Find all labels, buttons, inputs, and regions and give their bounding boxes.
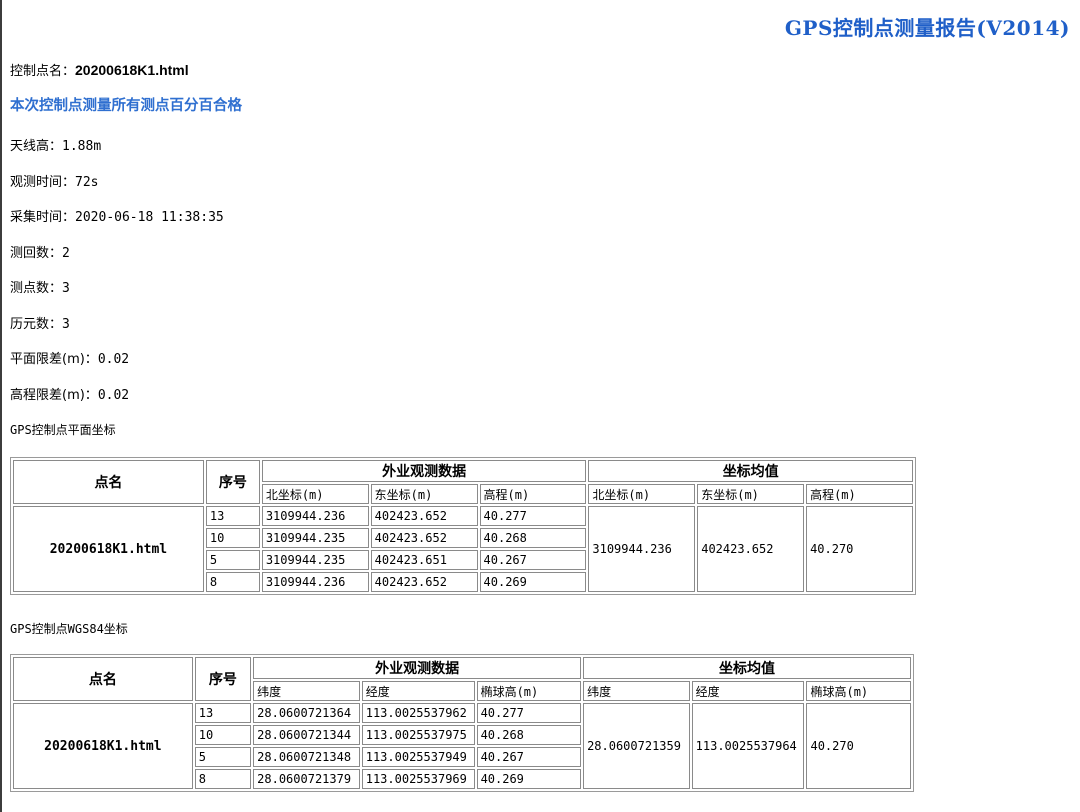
elevation-cell: 40.277 bbox=[479, 506, 587, 526]
info-label: 天线高： bbox=[10, 139, 63, 154]
header-latitude: 纬度 bbox=[253, 681, 360, 701]
ellipsoid-height-cell: 40.268 bbox=[476, 725, 582, 745]
table-header-row: 点名 序号 外业观测数据 坐标均值 bbox=[13, 657, 911, 701]
north-cell: 3109944.235 bbox=[261, 528, 369, 548]
info-label: 观测时间： bbox=[10, 175, 76, 190]
table-row: 20200618K1.html 13 3109944.236 402423.65… bbox=[13, 506, 913, 592]
elevation-cell: 40.267 bbox=[479, 550, 587, 570]
info-collection-time: 采集时间：2020-06-18 11:38:35 bbox=[10, 206, 224, 225]
header-mean-longitude: 经度 bbox=[691, 681, 805, 701]
table-row: 20200618K1.html 13 28.0600721364 113.002… bbox=[13, 703, 911, 789]
plane-coordinates-table: 点名 序号 外业观测数据 坐标均值 北坐标(m) 东坐标(m) 高程(m) 北坐… bbox=[10, 457, 916, 595]
header-mean: 坐标均值 bbox=[583, 657, 911, 679]
info-label: 历元数： bbox=[10, 317, 63, 332]
info-value: 0.02 bbox=[97, 388, 130, 403]
seq-cell: 13 bbox=[205, 506, 260, 526]
info-value: 72s bbox=[75, 175, 99, 190]
longitude-cell: 113.0025537962 bbox=[361, 703, 475, 723]
info-height-tolerance: 高程限差(m)：0.02 bbox=[10, 384, 129, 403]
latitude-cell: 28.0600721379 bbox=[253, 769, 360, 789]
seq-cell: 8 bbox=[194, 769, 252, 789]
mean-east-cell: 402423.652 bbox=[697, 506, 805, 592]
point-name-cell: 20200618K1.html bbox=[13, 506, 204, 592]
info-value: 1.88m bbox=[62, 139, 102, 154]
mean-ellipsoid-height-cell: 40.270 bbox=[806, 703, 911, 789]
point-name-cell: 20200618K1.html bbox=[13, 703, 193, 789]
report-page: GPS控制点测量报告(V2014) 控制点名：20200618K1.html 本… bbox=[0, 0, 1080, 812]
left-border bbox=[0, 0, 2, 812]
header-mean-ellipsoid-height: 椭球高(m) bbox=[806, 681, 911, 701]
info-plane-tolerance: 平面限差(m)：0.02 bbox=[10, 348, 129, 367]
point-name-line: 控制点名：20200618K1.html bbox=[10, 60, 189, 79]
wgs-section-title: GPS控制点WGS84坐标 bbox=[10, 622, 128, 636]
info-label: 测回数： bbox=[10, 246, 63, 261]
seq-cell: 13 bbox=[194, 703, 252, 723]
info-label: 高程限差(m)： bbox=[10, 388, 98, 403]
header-field-data: 外业观测数据 bbox=[261, 460, 587, 482]
header-point-name: 点名 bbox=[13, 657, 193, 701]
header-mean-north: 北坐标(m) bbox=[588, 484, 696, 504]
latitude-cell: 28.0600721344 bbox=[253, 725, 360, 745]
point-name-value: 20200618K1.html bbox=[75, 62, 189, 78]
info-value: 2 bbox=[62, 246, 70, 261]
header-field-data: 外业观测数据 bbox=[253, 657, 582, 679]
latitude-cell: 28.0600721364 bbox=[253, 703, 360, 723]
info-label: 采集时间： bbox=[10, 210, 76, 225]
mean-latitude-cell: 28.0600721359 bbox=[583, 703, 690, 789]
plane-section-title: GPS控制点平面坐标 bbox=[10, 423, 116, 437]
point-name-label: 控制点名： bbox=[10, 64, 76, 79]
info-point-count: 测点数：3 bbox=[10, 277, 70, 296]
info-rounds: 测回数：2 bbox=[10, 242, 70, 261]
latitude-cell: 28.0600721348 bbox=[253, 747, 360, 767]
elevation-cell: 40.269 bbox=[479, 572, 587, 592]
info-epochs: 历元数：3 bbox=[10, 313, 70, 332]
longitude-cell: 113.0025537949 bbox=[361, 747, 475, 767]
header-mean-elevation: 高程(m) bbox=[806, 484, 913, 504]
east-cell: 402423.652 bbox=[370, 528, 478, 548]
header-longitude: 经度 bbox=[361, 681, 475, 701]
pass-status: 本次控制点测量所有测点百分百合格 bbox=[10, 98, 242, 114]
east-cell: 402423.651 bbox=[370, 550, 478, 570]
mean-longitude-cell: 113.0025537964 bbox=[691, 703, 805, 789]
ellipsoid-height-cell: 40.277 bbox=[476, 703, 582, 723]
seq-cell: 10 bbox=[205, 528, 260, 548]
north-cell: 3109944.236 bbox=[261, 506, 369, 526]
seq-cell: 5 bbox=[205, 550, 260, 570]
north-cell: 3109944.235 bbox=[261, 550, 369, 570]
info-antenna-height: 天线高：1.88m bbox=[10, 135, 101, 154]
header-elevation: 高程(m) bbox=[479, 484, 587, 504]
info-value: 3 bbox=[62, 317, 70, 332]
header-east: 东坐标(m) bbox=[370, 484, 478, 504]
longitude-cell: 113.0025537969 bbox=[361, 769, 475, 789]
east-cell: 402423.652 bbox=[370, 572, 478, 592]
info-value: 2020-06-18 11:38:35 bbox=[75, 210, 224, 225]
east-cell: 402423.652 bbox=[370, 506, 478, 526]
info-value: 3 bbox=[62, 281, 70, 296]
seq-cell: 5 bbox=[194, 747, 252, 767]
info-label: 平面限差(m)： bbox=[10, 352, 98, 367]
info-label: 测点数： bbox=[10, 281, 63, 296]
header-seq: 序号 bbox=[194, 657, 252, 701]
elevation-cell: 40.268 bbox=[479, 528, 587, 548]
header-mean-east: 东坐标(m) bbox=[697, 484, 805, 504]
header-mean-latitude: 纬度 bbox=[583, 681, 690, 701]
info-observation-time: 观测时间：72s bbox=[10, 171, 99, 190]
info-value: 0.02 bbox=[97, 352, 130, 367]
wgs84-coordinates-table: 点名 序号 外业观测数据 坐标均值 纬度 经度 椭球高(m) 纬度 经度 椭球高… bbox=[10, 654, 914, 792]
ellipsoid-height-cell: 40.269 bbox=[476, 769, 582, 789]
header-mean: 坐标均值 bbox=[588, 460, 913, 482]
table-header-row: 点名 序号 外业观测数据 坐标均值 bbox=[13, 460, 913, 504]
seq-cell: 8 bbox=[205, 572, 260, 592]
mean-north-cell: 3109944.236 bbox=[588, 506, 696, 592]
seq-cell: 10 bbox=[194, 725, 252, 745]
header-seq: 序号 bbox=[205, 460, 260, 504]
report-title: GPS控制点测量报告(V2014) bbox=[784, 16, 1070, 40]
longitude-cell: 113.0025537975 bbox=[361, 725, 475, 745]
ellipsoid-height-cell: 40.267 bbox=[476, 747, 582, 767]
mean-elevation-cell: 40.270 bbox=[806, 506, 913, 592]
header-north: 北坐标(m) bbox=[261, 484, 369, 504]
north-cell: 3109944.236 bbox=[261, 572, 369, 592]
header-point-name: 点名 bbox=[13, 460, 204, 504]
header-ellipsoid-height: 椭球高(m) bbox=[476, 681, 582, 701]
